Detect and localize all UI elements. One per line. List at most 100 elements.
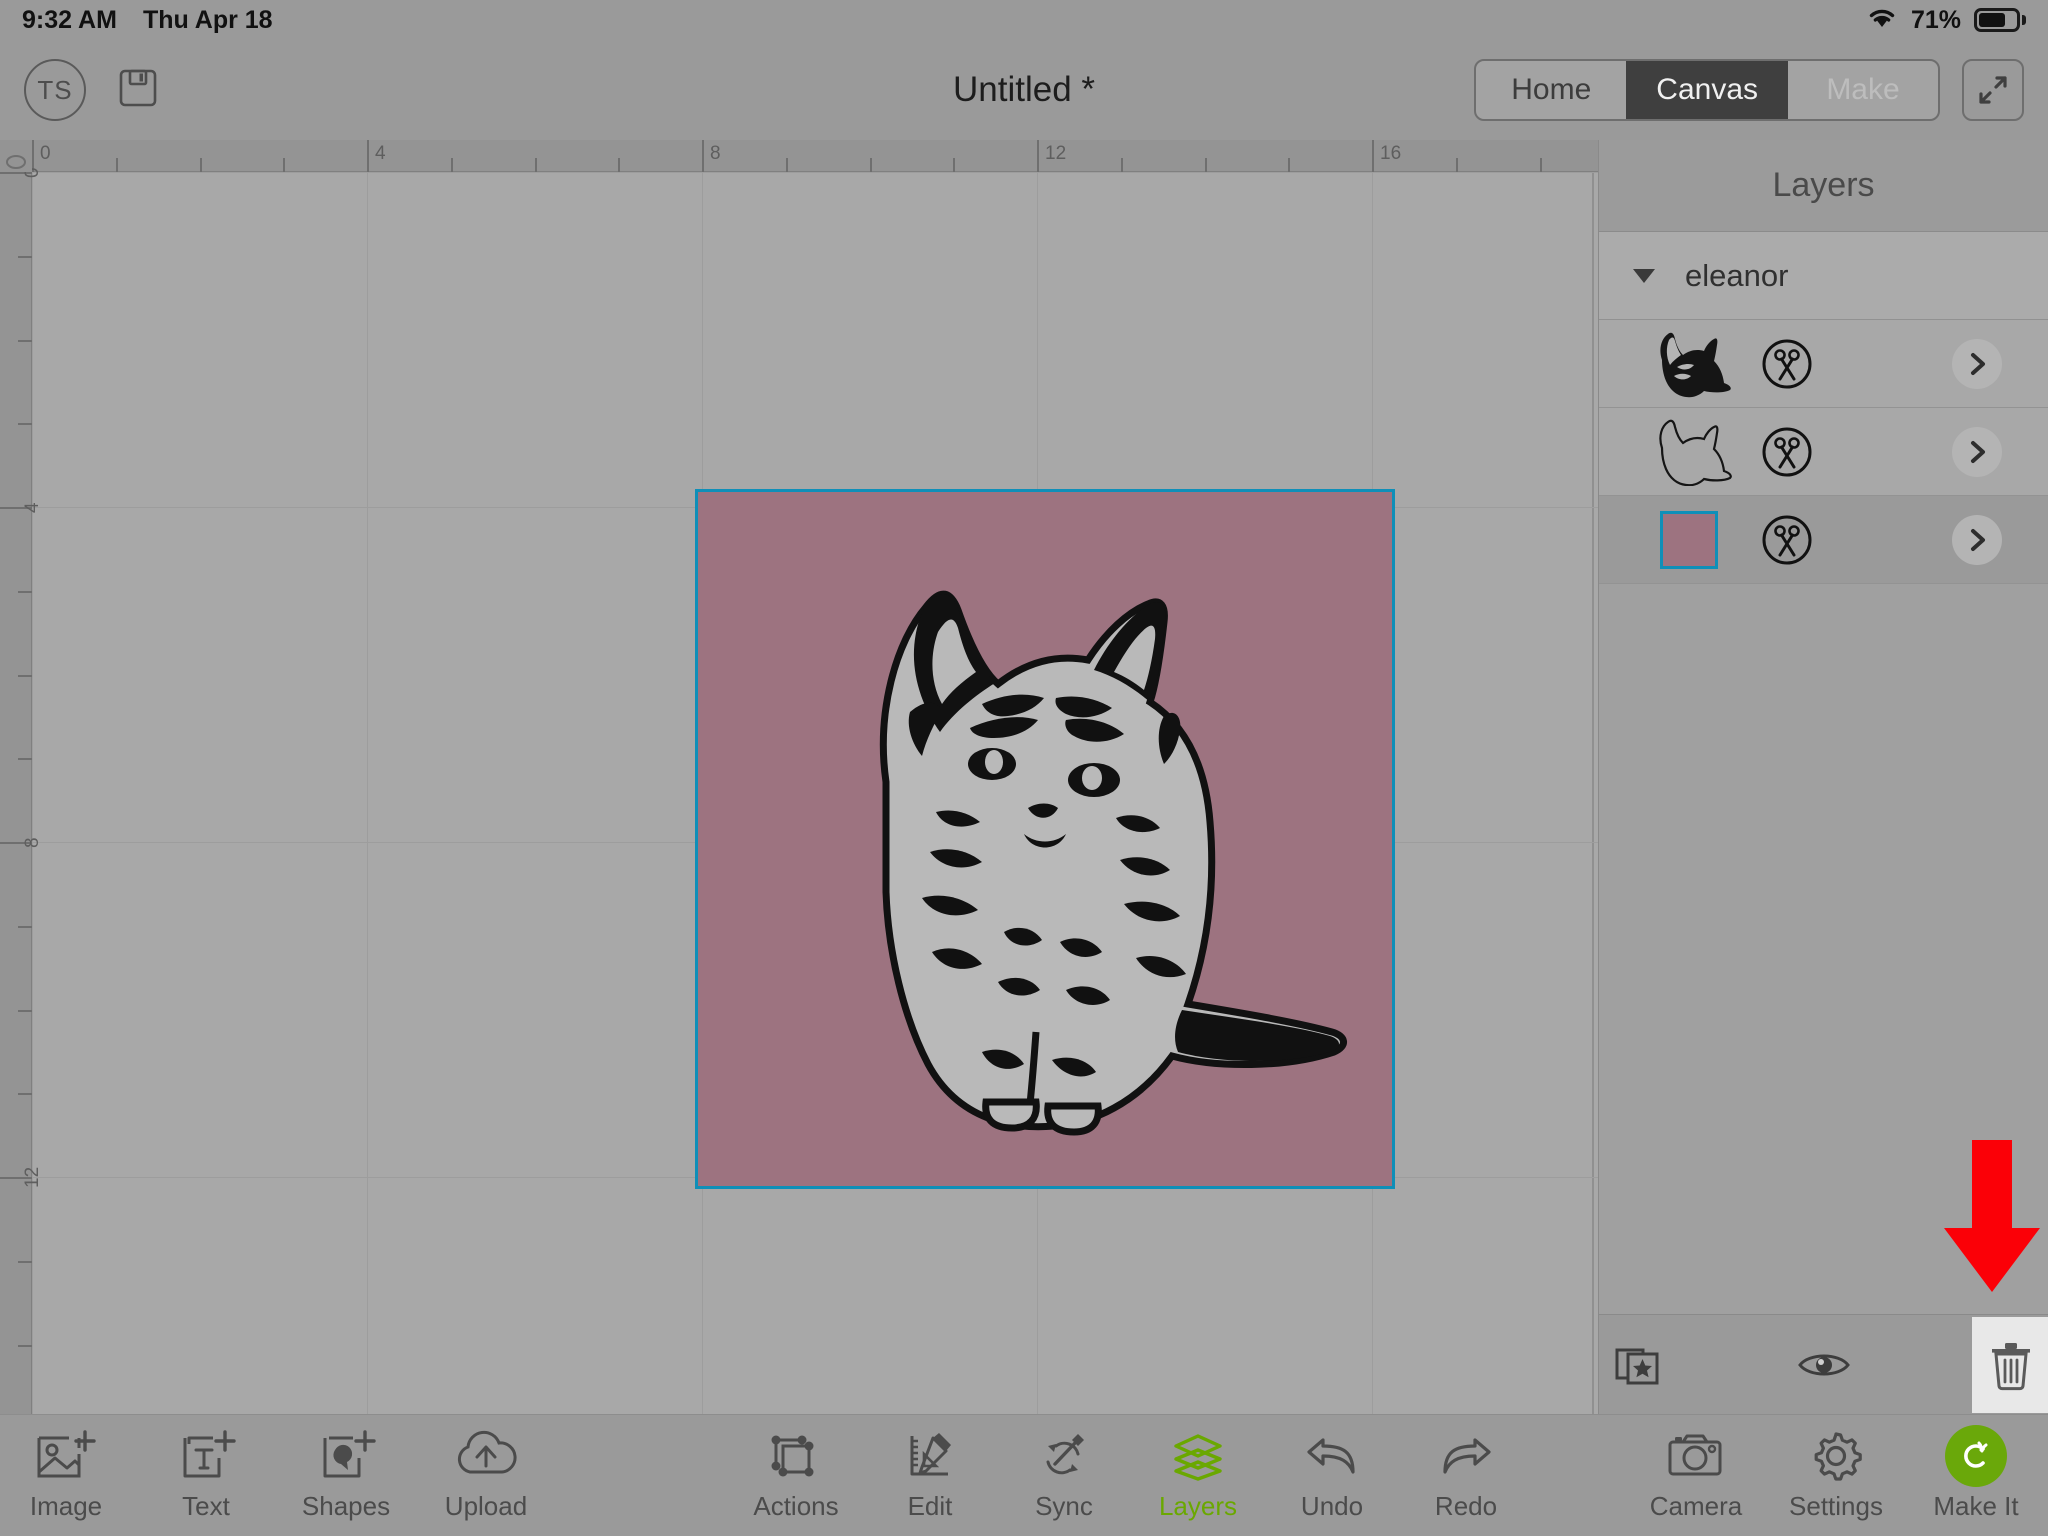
scissors-cut-icon[interactable] — [1761, 338, 1813, 390]
cricut-logo-icon — [1945, 1425, 2007, 1487]
tab-canvas[interactable]: Canvas — [1626, 61, 1788, 119]
chevron-right-icon[interactable] — [1952, 426, 2002, 477]
ruler-h-label-8: 8 — [710, 143, 721, 164]
redo-arrow-icon — [1435, 1425, 1497, 1487]
toolbar-item-camera[interactable]: Camera — [1644, 1415, 1748, 1522]
toolbar-label: Settings — [1789, 1491, 1883, 1521]
save-button[interactable] — [114, 64, 162, 117]
toolbar-item-sync[interactable]: Sync — [1012, 1415, 1116, 1522]
layer-row[interactable] — [1599, 320, 2048, 408]
scissors-cut-icon[interactable] — [1761, 426, 1813, 478]
edit-ruler-pencil-icon — [900, 1425, 960, 1487]
toolbar-item-actions[interactable]: Actions — [744, 1415, 848, 1522]
toolbar-label: Make It — [1933, 1491, 2019, 1521]
add-shapes-icon — [315, 1425, 377, 1487]
avatar[interactable]: TS — [24, 59, 86, 121]
ruler-origin-corner — [0, 140, 32, 172]
canvas-selected-object[interactable] — [695, 489, 1395, 1189]
visibility-toggle-button[interactable] — [1786, 1317, 1863, 1413]
toolbar-label: Image — [29, 1491, 103, 1521]
wifi-icon — [1866, 5, 1898, 36]
status-bar-time: 9:32 AM — [22, 5, 117, 34]
toolbar-item-image[interactable]: Image — [14, 1415, 118, 1522]
horizontal-ruler: 0 4 8 12 16 — [0, 140, 1598, 172]
bottom-toolbar-center-group: Actions Edit Sync Layers Undo Redo — [744, 1415, 1518, 1536]
toolbar-label: Edit — [907, 1491, 953, 1521]
toolbar-item-redo[interactable]: Redo — [1414, 1415, 1518, 1522]
toolbar-label: Shapes — [301, 1491, 391, 1521]
battery-percent-label: 71% — [1910, 5, 1961, 34]
toolbar-label: Text — [182, 1491, 230, 1521]
ruler-v-label-12: 12 — [22, 1166, 43, 1188]
ruler-h-label-16: 16 — [1380, 143, 1402, 164]
color-swatch-thumbnail — [1639, 510, 1739, 569]
layer-group-name: eleanor — [1685, 257, 1789, 293]
layer-row[interactable] — [1599, 408, 2048, 496]
sync-color-icon — [1034, 1425, 1094, 1487]
battery-icon — [1974, 8, 2026, 32]
toolbar-item-settings[interactable]: Settings — [1784, 1415, 1888, 1522]
cloud-upload-icon — [453, 1425, 519, 1487]
toolbar-label: Upload — [444, 1491, 528, 1521]
undo-arrow-icon — [1301, 1425, 1363, 1487]
toolbar-label: Sync — [1035, 1491, 1093, 1521]
toolbar-label: Actions — [753, 1491, 839, 1521]
triangle-down-icon[interactable] — [1633, 268, 1655, 283]
duplicate-star-button[interactable] — [1599, 1317, 1676, 1413]
ruler-v-label-4: 4 — [22, 502, 43, 513]
view-mode-segmented-control: Home Canvas Make — [1474, 59, 1940, 121]
add-image-icon — [35, 1425, 97, 1487]
top-bar: TS Untitled * Home Canvas Make — [0, 40, 2048, 140]
layers-panel-footer — [1599, 1314, 2048, 1414]
cat-silhouette-thumbnail — [1639, 330, 1739, 398]
layer-group-row-eleanor[interactable]: eleanor — [1599, 232, 2048, 320]
toolbar-label: Undo — [1300, 1491, 1364, 1521]
toolbar-label: Layers — [1158, 1491, 1238, 1521]
canvas-grid[interactable] — [32, 172, 1598, 1414]
scissors-cut-icon[interactable] — [1761, 514, 1813, 566]
cat-stencil-artwork — [736, 512, 1356, 1172]
ruler-h-label-12: 12 — [1045, 143, 1067, 164]
camera-icon — [1663, 1425, 1729, 1487]
delete-layer-button[interactable] — [1972, 1316, 2048, 1413]
eye-visibility-icon — [1798, 1354, 1850, 1375]
expand-fullscreen-button[interactable] — [1962, 59, 2024, 121]
layers-panel: Layers eleanor — [1598, 140, 2048, 1414]
make-it-button[interactable]: Make It — [1924, 1415, 2028, 1522]
chevron-right-icon[interactable] — [1952, 338, 2002, 389]
cat-outline-thumbnail — [1639, 418, 1739, 486]
layers-stack-icon — [1167, 1425, 1229, 1487]
bottom-toolbar-left-group: Image Text Shapes Upload — [14, 1415, 538, 1536]
toolbar-item-text[interactable]: Text — [154, 1415, 258, 1522]
toolbar-item-layers[interactable]: Layers — [1146, 1415, 1250, 1522]
toolbar-item-upload[interactable]: Upload — [434, 1415, 538, 1522]
layer-row-selected[interactable] — [1599, 496, 2048, 584]
canvas-area[interactable]: 0 4 8 12 16 0 4 8 12 — [0, 140, 1598, 1414]
expand-fullscreen-icon — [1979, 76, 2007, 104]
vertical-ruler: 0 4 8 12 — [0, 140, 43, 1414]
trash-delete-icon — [1991, 1342, 2030, 1390]
tab-make[interactable]: Make — [1788, 61, 1938, 119]
gear-settings-icon — [1806, 1425, 1866, 1487]
layers-panel-title: Layers — [1599, 140, 2048, 232]
chevron-right-icon[interactable] — [1952, 514, 2002, 565]
avatar-initials: TS — [37, 74, 73, 105]
ruler-v-label-8: 8 — [22, 837, 43, 848]
floppy-disk-save-icon — [119, 69, 157, 106]
toolbar-item-undo[interactable]: Undo — [1280, 1415, 1384, 1522]
status-bar: 9:32 AM Thu Apr 18 71% — [0, 0, 2048, 40]
actions-transform-icon — [766, 1425, 826, 1487]
app-root: 9:32 AM Thu Apr 18 71% TS Untitled * Hom… — [0, 0, 2048, 1536]
status-bar-date: Thu Apr 18 — [142, 5, 273, 34]
bottom-toolbar-right-group: Camera Settings Make It — [1644, 1415, 2028, 1536]
tab-home[interactable]: Home — [1476, 61, 1626, 119]
ruler-h-label-0: 0 — [40, 143, 51, 164]
duplicate-star-icon — [1615, 1348, 1659, 1384]
toolbar-item-edit[interactable]: Edit — [878, 1415, 982, 1522]
bottom-toolbar: Image Text Shapes Upload Actions Edit Sy… — [0, 1414, 2048, 1536]
toolbar-label: Camera — [1649, 1491, 1743, 1521]
add-text-icon — [175, 1425, 237, 1487]
ruler-h-label-4: 4 — [375, 143, 386, 164]
toolbar-label: Redo — [1434, 1491, 1498, 1521]
toolbar-item-shapes[interactable]: Shapes — [294, 1415, 398, 1522]
